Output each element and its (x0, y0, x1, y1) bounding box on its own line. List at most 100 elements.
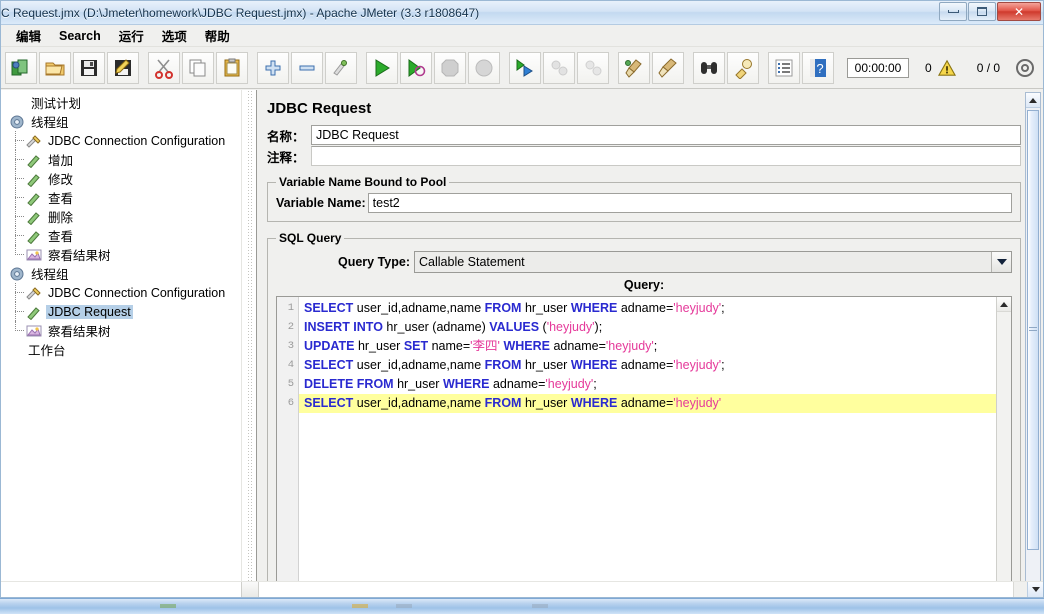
group-title: Variable Name Bound to Pool (279, 175, 447, 189)
stop-button[interactable] (434, 51, 466, 84)
collapse-all-button[interactable] (291, 51, 323, 84)
tree-node-view-results-tree-1[interactable]: 察看结果树 (1, 245, 240, 264)
tree-node-view-1[interactable]: 查看 (1, 188, 240, 207)
sql-token: hr_user (521, 301, 571, 315)
split-divider[interactable] (241, 90, 257, 597)
clear-button[interactable] (618, 51, 650, 84)
name-input[interactable] (311, 125, 1021, 145)
taskbar-item[interactable] (532, 604, 548, 608)
minimize-button[interactable] (939, 2, 967, 21)
scrollbar-thumb[interactable] (1027, 110, 1039, 550)
gear-icon[interactable] (1014, 57, 1036, 79)
shutdown-button[interactable] (468, 51, 500, 84)
sql-line[interactable]: UPDATE hr_user SET name='李四' WHERE adnam… (299, 337, 996, 356)
taskbar-item[interactable] (396, 604, 412, 608)
help-button[interactable]: ? (802, 51, 834, 84)
sql-token: SELECT (304, 301, 354, 315)
copy-button[interactable] (182, 51, 214, 84)
menu-item-help[interactable]: 帮助 (196, 24, 239, 47)
tree-node-add[interactable]: 增加 (1, 150, 240, 169)
scroll-up-button[interactable] (997, 297, 1011, 312)
thread-ratio: 0 / 0 (976, 60, 1001, 75)
menu-item-options[interactable]: 选项 (153, 24, 196, 47)
sql-token: DELETE FROM (304, 377, 394, 391)
tree-horizontal-scrollbar[interactable] (241, 582, 259, 597)
toggle-element-icon (333, 59, 347, 76)
config-element-icon (26, 134, 41, 148)
sql-token: SET (403, 339, 429, 353)
taskbar-item[interactable] (160, 604, 176, 608)
remote-start-all-button[interactable] (509, 51, 541, 84)
tree-node-thread-group-2[interactable]: 线程组 (1, 264, 240, 283)
maximize-button[interactable] (968, 2, 996, 21)
variable-name-input[interactable] (367, 193, 1012, 213)
close-button[interactable]: ✕ (997, 2, 1041, 21)
save-button[interactable] (73, 51, 105, 84)
tree-node-jdbc-request-selected[interactable]: JDBC Request (1, 302, 240, 321)
cut-button[interactable] (148, 51, 180, 84)
sql-line[interactable]: DELETE FROM hr_user WHERE adname='heyjud… (299, 375, 996, 394)
menu-item-run[interactable]: 运行 (110, 24, 153, 47)
sql-token: 'heyjudy' (605, 339, 654, 353)
search-button[interactable] (693, 51, 725, 84)
cut-scissors-icon (155, 58, 173, 79)
start-no-timers-button[interactable] (400, 51, 432, 84)
sql-query-group: SQL Query Query Type: Callable Statement… (267, 231, 1021, 597)
tree-node-jdbc-connection-configuration-1[interactable]: JDBC Connection Configuration (1, 131, 240, 150)
variable-name-bound-to-pool-group: Variable Name Bound to Pool Variable Nam… (267, 175, 1021, 222)
reset-search-icon (735, 58, 752, 79)
tree-node-label: 修改 (48, 173, 74, 187)
tree-node-label: 查看 (48, 192, 74, 206)
sql-token: 'heyjudy' (673, 301, 722, 315)
panel-vertical-scrollbar[interactable] (1025, 92, 1041, 595)
remote-stop-all-button[interactable] (543, 51, 575, 84)
tree-node-jdbc-connection-configuration-2[interactable]: JDBC Connection Configuration (1, 283, 240, 302)
paste-button[interactable] (216, 51, 248, 84)
query-type-label: Query Type: (338, 255, 411, 269)
maximize-icon (977, 7, 987, 16)
taskbar-item[interactable] (352, 604, 368, 608)
sql-token: adname= (617, 301, 674, 315)
clear-all-button[interactable] (652, 51, 684, 84)
tree-node-label: 查看 (48, 230, 74, 244)
comment-input[interactable] (311, 146, 1021, 166)
editor-vertical-scrollbar[interactable] (996, 297, 1011, 595)
sql-code-area[interactable]: SELECT user_id,adname,name FROM hr_user … (299, 297, 996, 595)
sql-line[interactable]: SELECT user_id,adname,name FROM hr_user … (299, 394, 996, 413)
sql-query-editor[interactable]: 1 2 3 4 5 6 SELECT user_id,adname,name F… (276, 296, 1012, 596)
tree-node-modify[interactable]: 修改 (1, 169, 240, 188)
sql-token: 'heyjudy' (546, 320, 595, 334)
function-helper-button[interactable] (768, 51, 800, 84)
tree-node-test-plan[interactable]: 测试计划 (1, 93, 240, 112)
tree-node-delete[interactable]: 删除 (1, 207, 240, 226)
clear-broom-icon (625, 58, 642, 78)
tree-node-view-2[interactable]: 查看 (1, 226, 240, 245)
tree-node-workbench[interactable]: 工作台 (1, 340, 240, 359)
sql-line[interactable]: SELECT user_id,adname,name FROM hr_user … (299, 299, 996, 318)
start-play-icon (375, 58, 390, 77)
remote-shutdown-all-button[interactable] (577, 51, 609, 84)
expand-all-button[interactable] (257, 51, 289, 84)
start-button[interactable] (366, 51, 398, 84)
sql-token: FROM (484, 396, 522, 410)
os-taskbar[interactable] (0, 598, 1044, 614)
new-test-plan-button[interactable] (5, 51, 37, 84)
reset-search-button[interactable] (727, 51, 759, 84)
jdbc-request-icon (27, 230, 40, 244)
tree-node-label: 增加 (48, 154, 74, 168)
scroll-up-button[interactable] (1026, 93, 1040, 108)
open-button[interactable] (39, 51, 71, 84)
tree-node-thread-group-1[interactable]: 线程组 (1, 112, 240, 131)
menu-item-search[interactable]: Search (50, 27, 110, 45)
sql-line[interactable]: SELECT user_id,adname,name FROM hr_user … (299, 356, 996, 375)
tree-node-view-results-tree-2[interactable]: 察看结果树 (1, 321, 240, 340)
scroll-down-button[interactable] (1027, 582, 1043, 597)
query-type-dropdown[interactable]: Callable Statement (414, 251, 1012, 273)
warning-triangle-icon[interactable] (937, 59, 957, 77)
save-as-button[interactable] (107, 51, 139, 84)
toggle-element-button[interactable] (325, 51, 357, 84)
menu-item-edit[interactable]: 编辑 (7, 24, 50, 47)
chevron-down-icon[interactable] (991, 252, 1011, 272)
test-plan-tree[interactable]: 测试计划 线程组 JDBC Connection Configuration 增… (1, 90, 241, 597)
sql-line[interactable]: INSERT INTO hr_user (adname) VALUES ('he… (299, 318, 996, 337)
